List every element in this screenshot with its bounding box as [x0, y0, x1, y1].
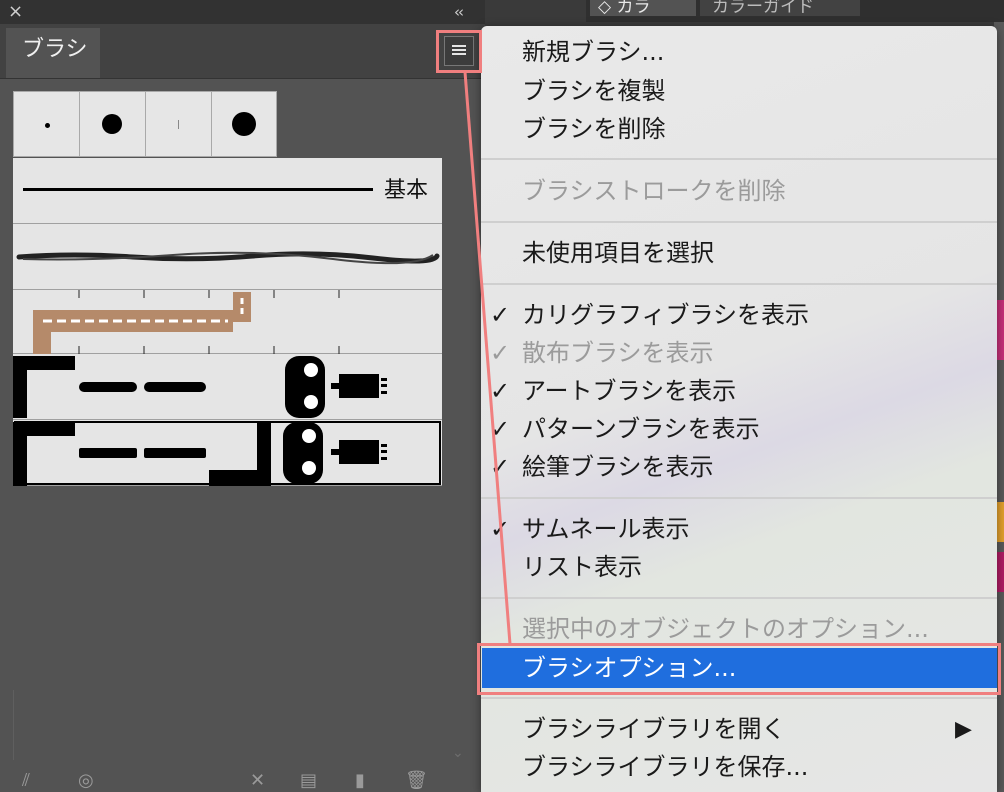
check-icon: ✓	[490, 301, 511, 329]
menu-item-show-pattern[interactable]: パターンブラシを表示	[522, 411, 760, 447]
menu-item-save-brush-library[interactable]: ブラシライブラリを保存...	[522, 749, 808, 785]
menu-separator	[481, 158, 997, 160]
dot-mark	[102, 114, 122, 134]
dot-mark	[232, 112, 256, 136]
swatch-strip	[996, 552, 1004, 592]
menu-separator	[481, 697, 997, 699]
check-icon: ✓	[490, 515, 511, 543]
menu-separator	[481, 597, 997, 599]
menu-item-open-brush-library[interactable]: ブラシライブラリを開く	[522, 711, 786, 747]
game-pattern	[13, 356, 387, 418]
swatch-strip	[996, 502, 1004, 542]
remove-stroke-icon[interactable]: ✕	[250, 770, 272, 792]
options-icon[interactable]: ▤	[300, 770, 322, 792]
brush-art-row[interactable]	[13, 224, 442, 290]
basic-brush-label: 基本	[384, 178, 429, 203]
brush-swatch-dot-large[interactable]	[211, 91, 277, 157]
brush-pattern-game-row[interactable]	[13, 354, 442, 420]
check-icon: ✓	[490, 453, 511, 481]
new-brush-icon[interactable]: ▮	[355, 770, 377, 792]
menu-item-new-brush[interactable]: 新規ブラシ...	[522, 34, 664, 70]
check-icon: ✓	[490, 415, 511, 443]
panel-divider	[13, 690, 14, 760]
menu-separator	[481, 497, 997, 499]
menu-separator	[481, 221, 997, 223]
swatch-strip	[996, 300, 1004, 360]
dot-mark	[45, 123, 50, 128]
panel-title-bar	[0, 0, 485, 24]
menu-separator	[481, 283, 997, 285]
rope-pattern	[33, 290, 340, 354]
brush-libraries-icon[interactable]: ⫽	[22, 770, 44, 792]
tab-brushes-label: ブラシ	[22, 37, 88, 62]
place-brush-icon[interactable]: ◎	[78, 770, 100, 792]
menu-item-remove-brush-stroke: ブラシストロークを削除	[522, 177, 786, 205]
menu-item-show-scatter: 散布ブラシを表示	[522, 339, 714, 367]
menu-item-show-bristle[interactable]: 絵筆ブラシを表示	[522, 449, 714, 485]
check-icon: ✓	[490, 377, 511, 405]
menu-item-thumbnail-view[interactable]: サムネール表示	[522, 511, 690, 547]
check-icon: ✓	[490, 339, 511, 367]
tab-color-guide[interactable]: カラーガイド	[700, 0, 860, 17]
menu-item-delete-brush[interactable]: ブラシを削除	[522, 111, 666, 147]
brush-swatch-dot-medium[interactable]	[79, 91, 146, 157]
thin-mark	[178, 120, 179, 129]
brush-swatch-dot-small[interactable]	[13, 91, 80, 157]
menu-item-duplicate-brush[interactable]: ブラシを複製	[522, 73, 666, 109]
game-pattern	[13, 422, 387, 486]
collapse-icon[interactable]: ‹‹	[454, 0, 464, 24]
close-icon[interactable]: ×	[8, 0, 23, 24]
menu-item-selected-object-options: 選択中のオブジェクトのオプション...	[522, 615, 929, 643]
tab-color[interactable]: ◇ カラ	[590, 0, 696, 17]
art-stroke	[16, 251, 440, 265]
menu-item-show-calligraphic[interactable]: カリグラフィブラシを表示	[522, 297, 809, 333]
annotation-box-brush-options	[477, 643, 1001, 695]
brush-pattern-game-row-selected[interactable]	[13, 420, 442, 486]
menu-item-show-art[interactable]: アートブラシを表示	[522, 373, 736, 409]
basic-stroke	[23, 188, 373, 191]
menu-item-list-view[interactable]: リスト表示	[522, 549, 642, 585]
menu-item-select-unused[interactable]: 未使用項目を選択	[522, 235, 714, 271]
brush-basic-row[interactable]: 基本	[13, 158, 442, 224]
scroll-down-icon[interactable]: ⌄	[452, 745, 464, 761]
delete-icon[interactable]: 🗑	[405, 770, 428, 792]
brush-pattern-rope-row[interactable]	[13, 290, 442, 354]
submenu-arrow-icon: ▶	[955, 717, 972, 742]
brush-swatch-dot-thin[interactable]	[145, 91, 212, 157]
annotation-box-menu-button	[436, 30, 482, 73]
